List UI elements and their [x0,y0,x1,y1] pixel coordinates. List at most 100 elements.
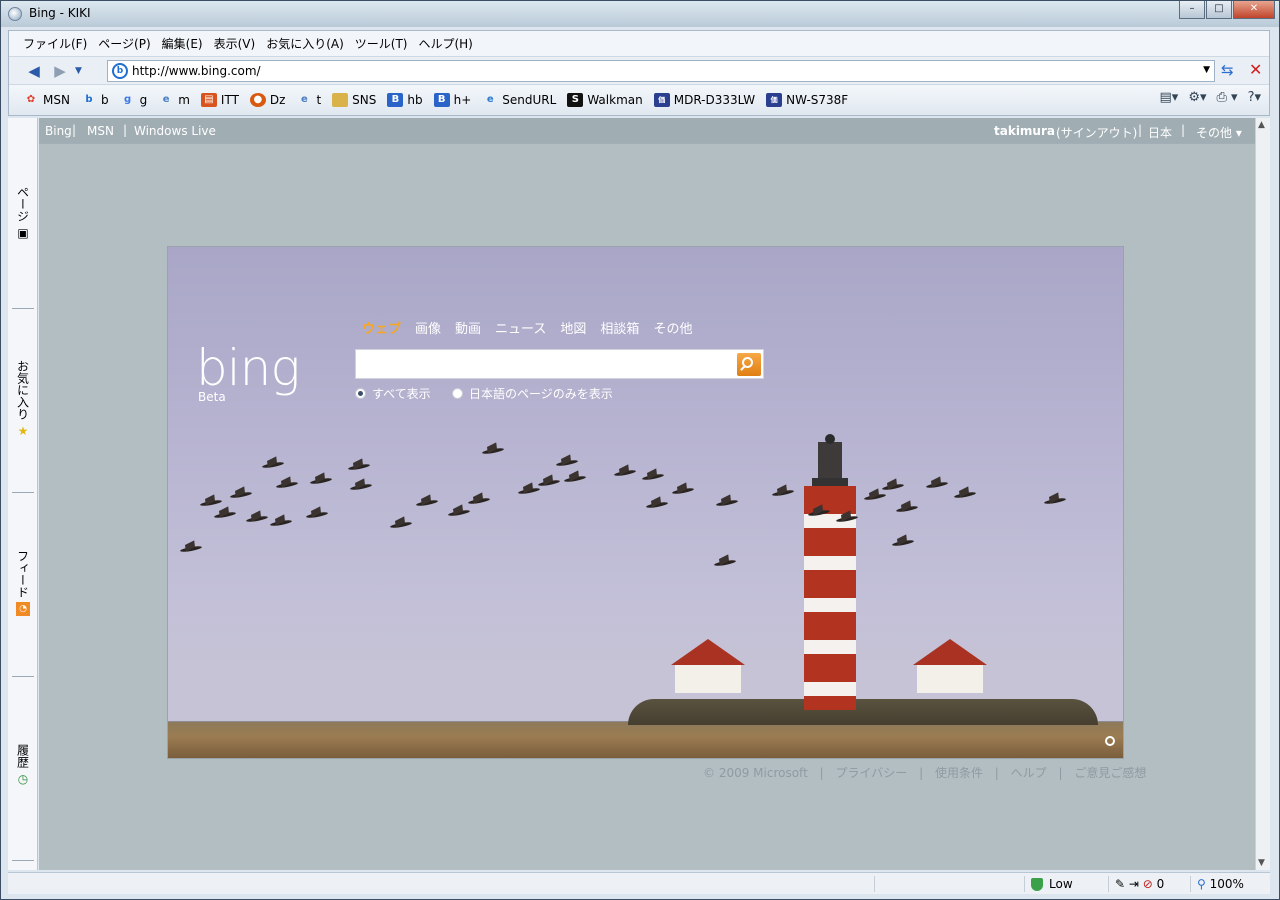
favorite-nw[interactable]: 価 NW-S738F [766,93,848,107]
gear-icon[interactable]: ⚙▾ [1188,90,1206,105]
page-menu-icon[interactable]: ▤▾ [1160,90,1179,105]
zoom-control[interactable]: ⚲ 100% [1190,876,1260,892]
tab-videos[interactable]: 動画 [455,318,481,337]
bing-footer: © 2009 Microsoft | プライバシー | 使用条件 | ヘルプ |… [703,764,1154,781]
url-text[interactable]: http://www.bing.com/ [132,64,261,78]
favorite-hb[interactable]: Bhb [387,93,423,107]
link-bing[interactable]: Bing [45,124,72,138]
favorite-label: m [178,93,190,107]
island-mound [628,699,1098,725]
stop-icon[interactable]: ✕ [1249,60,1262,79]
favorite-label: MSN [43,93,70,107]
security-zone[interactable]: Low [1024,876,1108,892]
vertical-scrollbar[interactable]: ▲ ▼ [1255,118,1270,870]
menu-page[interactable]: ページ(P) [98,35,150,52]
goose-bird [646,501,668,509]
popup-blocked-icon[interactable]: ⊘ [1143,877,1153,891]
scroll-down-icon[interactable]: ▼ [1258,858,1265,868]
history-dropdown-icon[interactable]: ▼ [75,66,89,76]
tab-more[interactable]: その他 [653,318,692,337]
favorite-hplus[interactable]: Bh+ [433,93,471,107]
favorite-g[interactable]: gg [120,93,147,107]
tab-maps[interactable]: 地図 [560,318,586,337]
footer-help-link[interactable]: ヘルプ [1011,766,1047,780]
favorite-mdr[interactable]: 価 MDR-D333LW [653,93,755,107]
ie-page-icon: e [301,94,308,105]
refresh-icon[interactable]: ⇆ [1221,61,1234,79]
tab-news[interactable]: ニュース [495,318,546,337]
goose-bird [836,515,858,523]
menu-view[interactable]: 表示(V) [214,35,256,52]
country-link[interactable]: 日本 [1148,124,1172,141]
browser-chrome: ファイル(F) ページ(P) 編集(E) 表示(V) お気に入り(A) ツール(… [8,30,1270,116]
goose-bird [276,481,298,489]
menu-favorites[interactable]: お気に入り(A) [266,35,344,52]
header-separator: | [1181,123,1186,137]
maximize-button[interactable]: □ [1206,1,1232,19]
more-link[interactable]: その他 ▾ [1196,124,1242,141]
favorite-t[interactable]: et [296,93,321,107]
image-info-icon[interactable] [1105,736,1115,746]
link-windows-live[interactable]: Windows Live [134,124,216,138]
menu-help[interactable]: ヘルプ(H) [418,35,472,52]
radio-all[interactable] [355,388,366,399]
footer-privacy-link[interactable]: プライバシー [835,766,907,780]
tab-images[interactable]: 画像 [415,318,441,337]
back-button[interactable]: ◀ [23,61,45,81]
goose-bird [772,489,794,497]
favorite-label: b [100,93,109,107]
scroll-up-icon[interactable]: ▲ [1258,120,1265,130]
goose-bird [892,539,914,547]
favorite-b[interactable]: bb [81,93,109,107]
sidebar-tab-favorites[interactable]: お気に入り ★ [8,360,38,438]
forward-button[interactable]: ▶ [49,61,71,81]
menu-file[interactable]: ファイル(F) [23,35,87,52]
help-icon[interactable]: ?▾ [1248,90,1261,105]
print-icon[interactable]: ⎙ ▾ [1217,90,1238,105]
export-icon[interactable]: ⇥ [1129,877,1139,891]
footer-feedback-link[interactable]: ご意見ご感想 [1074,766,1146,780]
sidebar-tab-page[interactable]: ページ ▣ [8,186,38,240]
sidebar-tab-label: ページ [15,186,30,222]
url-field[interactable]: b http://www.bing.com/ ▼ [107,60,1215,82]
left-house [671,639,745,693]
zoom-icon: ⚲ [1197,877,1206,891]
edit-icon[interactable]: ✎ [1115,877,1125,891]
tab-qna[interactable]: 相談箱 [600,318,639,337]
sidebar-divider [12,492,34,493]
sidebar-tab-history[interactable]: 履歴 ◷ [8,744,38,786]
sidebar-divider [12,676,34,677]
popup-count: 0 [1156,877,1165,891]
menu-bar: ファイル(F) ページ(P) 編集(E) 表示(V) お気に入り(A) ツール(… [9,31,1269,57]
favorite-sns[interactable]: ▮ SNS [332,93,376,107]
scope-all-option[interactable]: すべて表示 [355,385,431,402]
search-button[interactable] [737,353,761,376]
radio-japanese[interactable] [452,388,463,399]
favorite-walkman[interactable]: S Walkman [567,93,643,107]
footer-terms-link[interactable]: 使用条件 [935,766,983,780]
sidebar-tab-feeds[interactable]: フィード ◔ [8,550,38,616]
favorite-sendurl[interactable]: e SendURL [482,93,556,107]
favorite-label: Walkman [587,93,643,107]
tab-web[interactable]: ウェブ [362,318,401,337]
close-button[interactable]: ✕ [1233,1,1275,19]
link-msn[interactable]: MSN [87,124,114,138]
url-dropdown-icon[interactable]: ▼ [1203,65,1210,75]
goose-bird [310,477,332,485]
favorite-label: Dz [269,93,286,107]
scope-japanese-option[interactable]: 日本語のページのみを表示 [452,385,613,402]
menu-tools[interactable]: ツール(T) [355,35,408,52]
minimize-button[interactable]: – [1179,1,1205,19]
google-icon: g [123,94,132,105]
search-input[interactable] [355,349,764,379]
favorite-dz[interactable]: ● Dz [249,93,286,107]
search-verticals: ウェブ 画像 動画 ニュース 地図 相談箱 その他 [362,318,706,337]
favorite-msn[interactable]: ✿ MSN [23,93,70,107]
favorite-itt[interactable]: ▤ ITT [200,93,239,107]
signout-link[interactable]: (サインアウト) [1056,124,1137,141]
window-title: Bing - KIKI [29,6,91,20]
footer-separator: | [994,766,999,780]
header-separator: | [123,123,128,137]
menu-edit[interactable]: 編集(E) [162,35,203,52]
favorite-m[interactable]: em [158,93,190,107]
